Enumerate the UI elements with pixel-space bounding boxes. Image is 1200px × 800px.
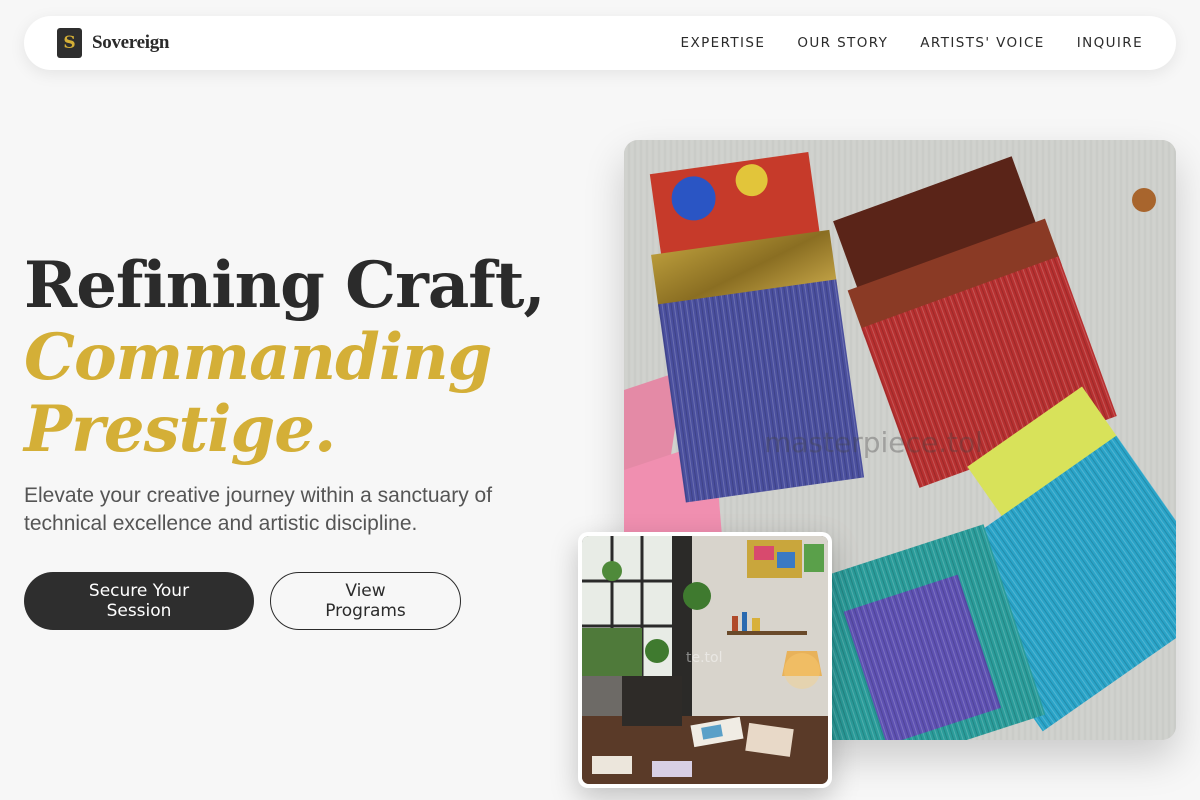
landing-page: S Sovereign EXPERTISE OUR STORY ARTISTS'…: [0, 0, 1200, 800]
hero-title-line-3: Prestige.: [24, 392, 336, 467]
brand-logo-link[interactable]: S Sovereign: [57, 28, 169, 58]
secure-session-button[interactable]: Secure Your Session: [24, 572, 254, 630]
hero-title-line-1: Refining Craft,: [24, 248, 546, 323]
hero-section: Refining Craft, Commanding Prestige. Ele…: [24, 250, 584, 630]
hero-title-line-2: Commanding: [24, 320, 492, 395]
studio-illustration: [582, 536, 828, 784]
hero-subtitle: Elevate your creative journey within a s…: [24, 484, 493, 535]
studio-inset-image: te.tol: [578, 532, 832, 788]
view-programs-button[interactable]: View Programs: [270, 572, 461, 630]
nav-link-our-story[interactable]: OUR STORY: [797, 35, 888, 51]
brand-name: Sovereign: [92, 32, 170, 53]
studio-photo: [582, 536, 828, 784]
nav-links: EXPERTISE OUR STORY ARTISTS' VOICE INQUI…: [681, 35, 1143, 51]
s-monogram-icon: S: [57, 28, 82, 58]
hero-actions: Secure Your Session View Programs: [24, 572, 584, 630]
nav-link-inquire[interactable]: INQUIRE: [1077, 35, 1143, 51]
top-navbar: S Sovereign EXPERTISE OUR STORY ARTISTS'…: [24, 16, 1176, 70]
nav-link-expertise[interactable]: EXPERTISE: [681, 35, 766, 51]
hero-title: Refining Craft, Commanding Prestige.: [24, 250, 584, 466]
nav-link-artists-voice[interactable]: ARTISTS' VOICE: [920, 35, 1044, 51]
